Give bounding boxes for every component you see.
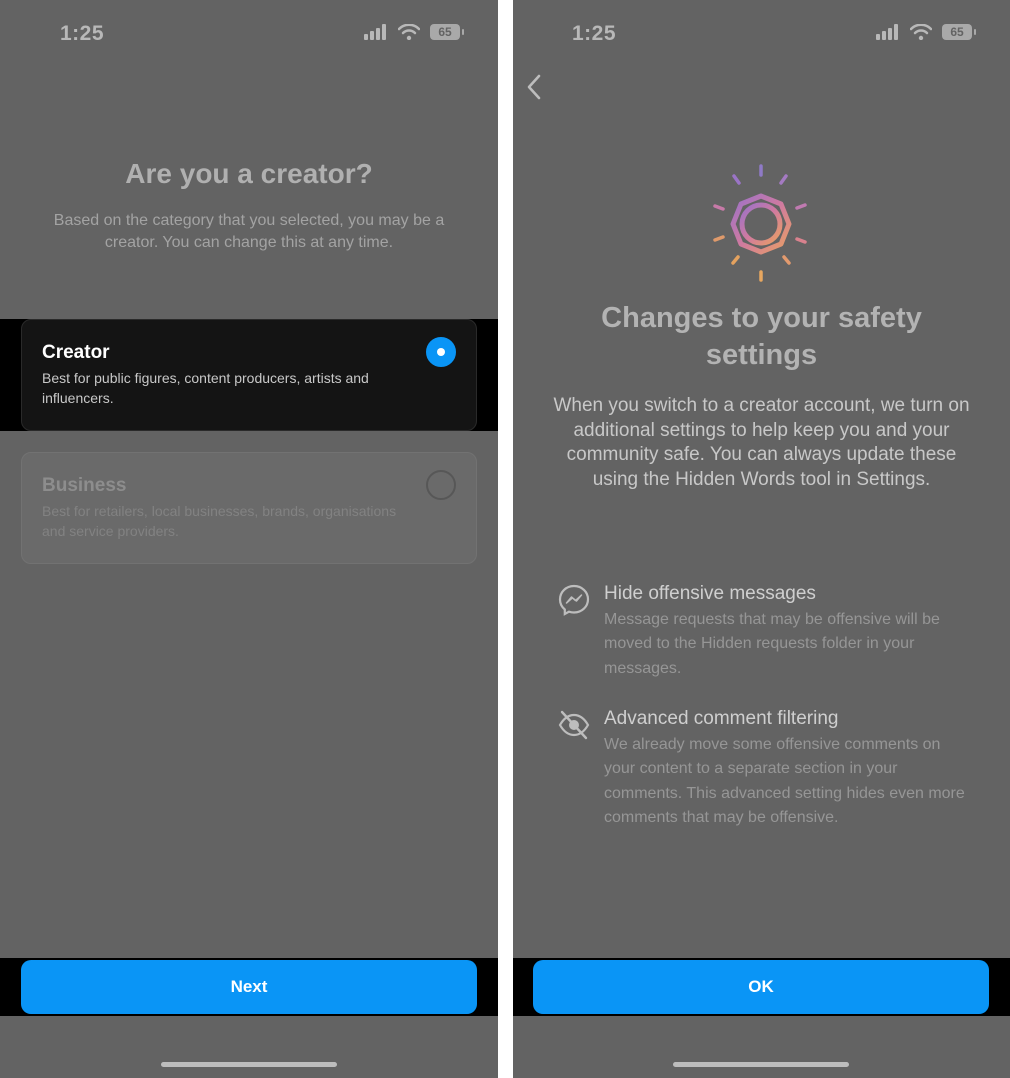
- page-body: When you switch to a creator account, we…: [553, 395, 970, 490]
- business-radio-button[interactable]: [426, 470, 456, 500]
- next-button[interactable]: Next: [21, 960, 477, 1014]
- status-time: 1:25: [572, 22, 617, 45]
- setting-title: Advanced comment filtering: [604, 708, 839, 729]
- setting-description: Message requests that may be offensive w…: [604, 611, 940, 677]
- battery-indicator: 65: [430, 24, 464, 40]
- cellular-signal-icon: [876, 24, 898, 40]
- safety-sun-icon: [713, 164, 807, 282]
- eye-slash-icon: [558, 710, 590, 740]
- wifi-icon: [910, 24, 932, 40]
- page-title: Are you a creator?: [125, 158, 373, 189]
- home-indicator: [673, 1062, 849, 1067]
- option-title: Business: [42, 475, 127, 496]
- status-icons: 65: [876, 24, 976, 40]
- ok-button[interactable]: OK: [533, 960, 989, 1014]
- right-phone-screen: 1:25 65 Changes to your safety settings …: [513, 0, 1010, 1078]
- wifi-icon: [398, 24, 420, 40]
- business-option-card[interactable]: Business Best for retailers, local busin…: [21, 452, 477, 564]
- back-chevron-icon[interactable]: [521, 72, 551, 102]
- messenger-icon: [558, 584, 590, 616]
- home-indicator: [161, 1062, 337, 1067]
- option-description: Best for public figures, content produce…: [42, 370, 369, 406]
- status-time: 1:25: [60, 22, 105, 45]
- option-title: Creator: [42, 342, 110, 363]
- cellular-signal-icon: [364, 24, 386, 40]
- status-icons: 65: [364, 24, 464, 40]
- page-subtitle: Based on the category that you selected,…: [53, 212, 445, 251]
- page-title: Changes to your safety settings: [601, 302, 922, 371]
- option-description: Best for retailers, local businesses, br…: [42, 503, 397, 539]
- creator-radio-button[interactable]: [426, 337, 456, 367]
- setting-title: Hide offensive messages: [604, 583, 816, 604]
- setting-description: We already move some offensive comments …: [604, 736, 965, 827]
- battery-indicator: 65: [942, 24, 976, 40]
- creator-option-card[interactable]: Creator Best for public figures, content…: [21, 319, 477, 431]
- left-phone-screen: 1:25 65 Are you a creator? Based on the …: [0, 0, 498, 1078]
